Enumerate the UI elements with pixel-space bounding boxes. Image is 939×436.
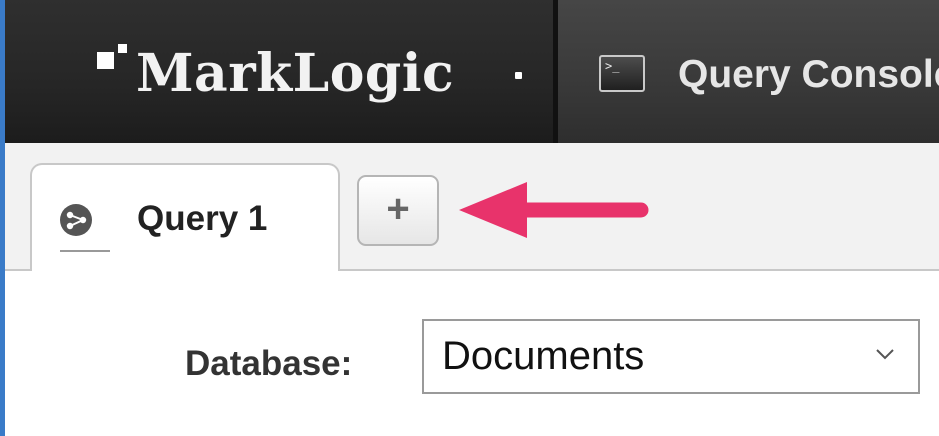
annotation-arrow-icon [459,182,649,238]
add-tab-button[interactable]: + [357,175,439,246]
marklogic-logo-mark-icon [97,44,127,70]
app-title-area[interactable]: >_ Query Console [558,0,939,143]
tab-icon-underline [60,250,110,252]
database-selected-value: Documents [442,334,645,378]
plus-icon: + [386,187,410,231]
app-title: Query Console [678,53,939,96]
database-select[interactable]: Documents [422,319,920,394]
database-label: Database: [185,344,353,383]
terminal-icon: >_ [599,55,645,92]
logo-area: MarkLogic [5,0,553,143]
chevron-down-icon [876,349,894,360]
app-header: MarkLogic >_ Query Console [5,0,939,143]
tab-label: Query 1 [137,199,268,238]
marklogic-logo: MarkLogic [136,43,455,104]
query-tab-icon [60,204,92,236]
logo-trademark-dot [515,72,522,79]
